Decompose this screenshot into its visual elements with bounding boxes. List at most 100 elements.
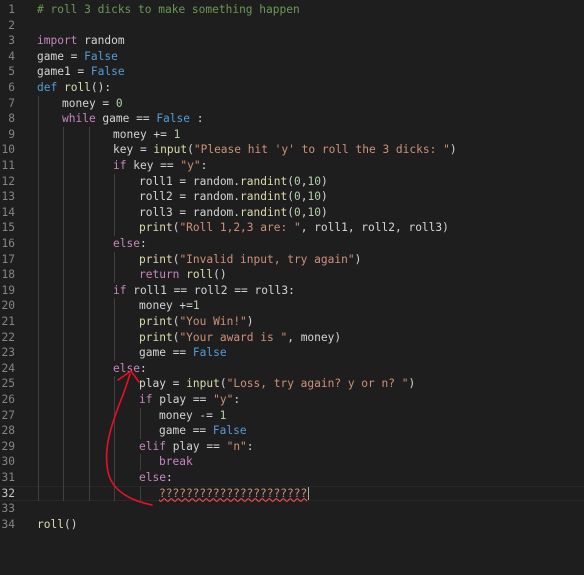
line-number: 20 (1, 299, 15, 313)
code-line[interactable]: 1 # roll 3 dicks to make something happen (0, 2, 584, 18)
indent-guide (113, 251, 115, 268)
token-plain: roll3 = random. (139, 205, 241, 219)
indent-guide (62, 345, 64, 361)
token-keyword: else (113, 361, 140, 375)
indent-guide (88, 360, 90, 377)
line-number: 4 (8, 49, 15, 63)
line-number: 3 (8, 34, 15, 48)
code-line[interactable]: 34 roll() (0, 517, 584, 533)
token-plain: roll1 == roll2 == roll3: (126, 283, 295, 297)
code-line[interactable]: 5 game1 = False (0, 64, 584, 80)
line-number: 15 (1, 221, 15, 235)
code-line[interactable]: 6 def roll(): (0, 80, 584, 96)
line-code: else: (113, 361, 147, 377)
indent-guide (88, 438, 90, 455)
line-number: 1 (8, 3, 15, 16)
token-comment: # roll 3 dicks to make something happen (37, 3, 300, 16)
code-line[interactable]: 4 game = False (0, 49, 584, 65)
line-number: 18 (1, 268, 15, 282)
line-number: 21 (1, 315, 15, 328)
indent-guide (113, 220, 115, 236)
indent-guide (37, 454, 39, 470)
token-keyword: break (159, 455, 193, 469)
token-plain: money += (139, 299, 193, 313)
line-number: 11 (1, 159, 15, 172)
line-code: else: (113, 236, 147, 252)
line-code: elif play == "n": (139, 439, 254, 455)
token-func: roll (37, 517, 64, 531)
indent-guide (113, 438, 115, 455)
code-line[interactable]: 2 (0, 18, 584, 34)
token-plain: ( (287, 205, 294, 219)
token-plain: ( (287, 190, 294, 204)
token-plain: game = (37, 49, 85, 63)
line-code: if roll1 == roll2 == roll3: (113, 283, 295, 299)
token-keyword: if (139, 393, 153, 406)
line-number: 32 (1, 486, 15, 500)
code-line[interactable]: 3 import random (0, 33, 584, 49)
token-const: False (156, 112, 190, 126)
line-code: while game == False : (62, 111, 203, 127)
indent-guide (62, 142, 64, 158)
indent-guide (88, 220, 90, 236)
indent-guide (139, 423, 141, 439)
token-func: input (186, 377, 220, 391)
line-number: 9 (8, 127, 15, 141)
indent-guide (88, 298, 90, 314)
indent-guide (88, 470, 90, 486)
line-code: money +=1 (139, 298, 200, 314)
token-plain: , money) (287, 330, 342, 344)
token-plain: : (165, 471, 173, 484)
indent-guide (62, 314, 64, 330)
line-number: 10 (1, 143, 15, 157)
line-code: print("Your award is ", money) (139, 330, 341, 346)
line-code: money = 0 (62, 96, 123, 112)
indent-guide (113, 423, 115, 439)
line-code: print("Roll 1,2,3 are: ", roll1, roll2, … (139, 220, 449, 236)
token-plain: : (200, 159, 208, 172)
code-line[interactable]: 7 money = 0 (0, 96, 584, 112)
indent-guide (62, 267, 64, 283)
indent-guide (62, 423, 64, 439)
line-code: return roll() (139, 267, 227, 283)
token-number: 0 (115, 96, 123, 110)
line-number: 19 (1, 283, 15, 297)
token-plain: ( (287, 174, 294, 188)
token-plain: money += (113, 127, 174, 141)
indent-guide (113, 329, 115, 346)
line-number: 33 (1, 502, 15, 516)
line-number: 28 (1, 424, 15, 438)
line-code: game == False (139, 345, 227, 361)
line-code: money -= 1 (159, 408, 226, 424)
line-number: 22 (1, 330, 15, 344)
token-string: "y" (180, 159, 201, 172)
indent-guide (113, 204, 115, 221)
line-code: play = input("Loss, try again? y or n? "… (139, 376, 415, 392)
indent-guide (88, 407, 90, 424)
token-string: "Please hit 'y' to roll the 3 dicks: " (193, 143, 450, 157)
token-const: False (192, 346, 227, 360)
code-line[interactable]: 33 (0, 501, 584, 517)
line-number: 26 (1, 393, 15, 406)
token-number: 0 (293, 174, 301, 188)
line-number: 17 (1, 252, 15, 266)
indent-guide (62, 126, 64, 143)
indent-guide (88, 329, 90, 346)
token-keyword: while (62, 112, 96, 126)
line-number: 34 (1, 517, 15, 531)
token-const: False (212, 424, 247, 438)
code-line[interactable]: 8 while game == False : (0, 111, 584, 127)
line-number: 16 (1, 237, 15, 250)
indent-guide (62, 329, 64, 346)
indent-guide (113, 376, 115, 392)
token-plain: game == (139, 346, 193, 360)
token-const: False (84, 49, 118, 63)
indent-guide (37, 220, 39, 236)
code-editor[interactable]: 1 # roll 3 dicks to make something happen… (0, 0, 584, 575)
text-cursor (308, 487, 310, 501)
indent-guide (88, 142, 90, 158)
token-plain: () (213, 268, 227, 282)
indent-guide (88, 126, 90, 143)
indent-guide (62, 189, 64, 205)
line-code: # roll 3 dicks to make something happen (37, 2, 300, 18)
